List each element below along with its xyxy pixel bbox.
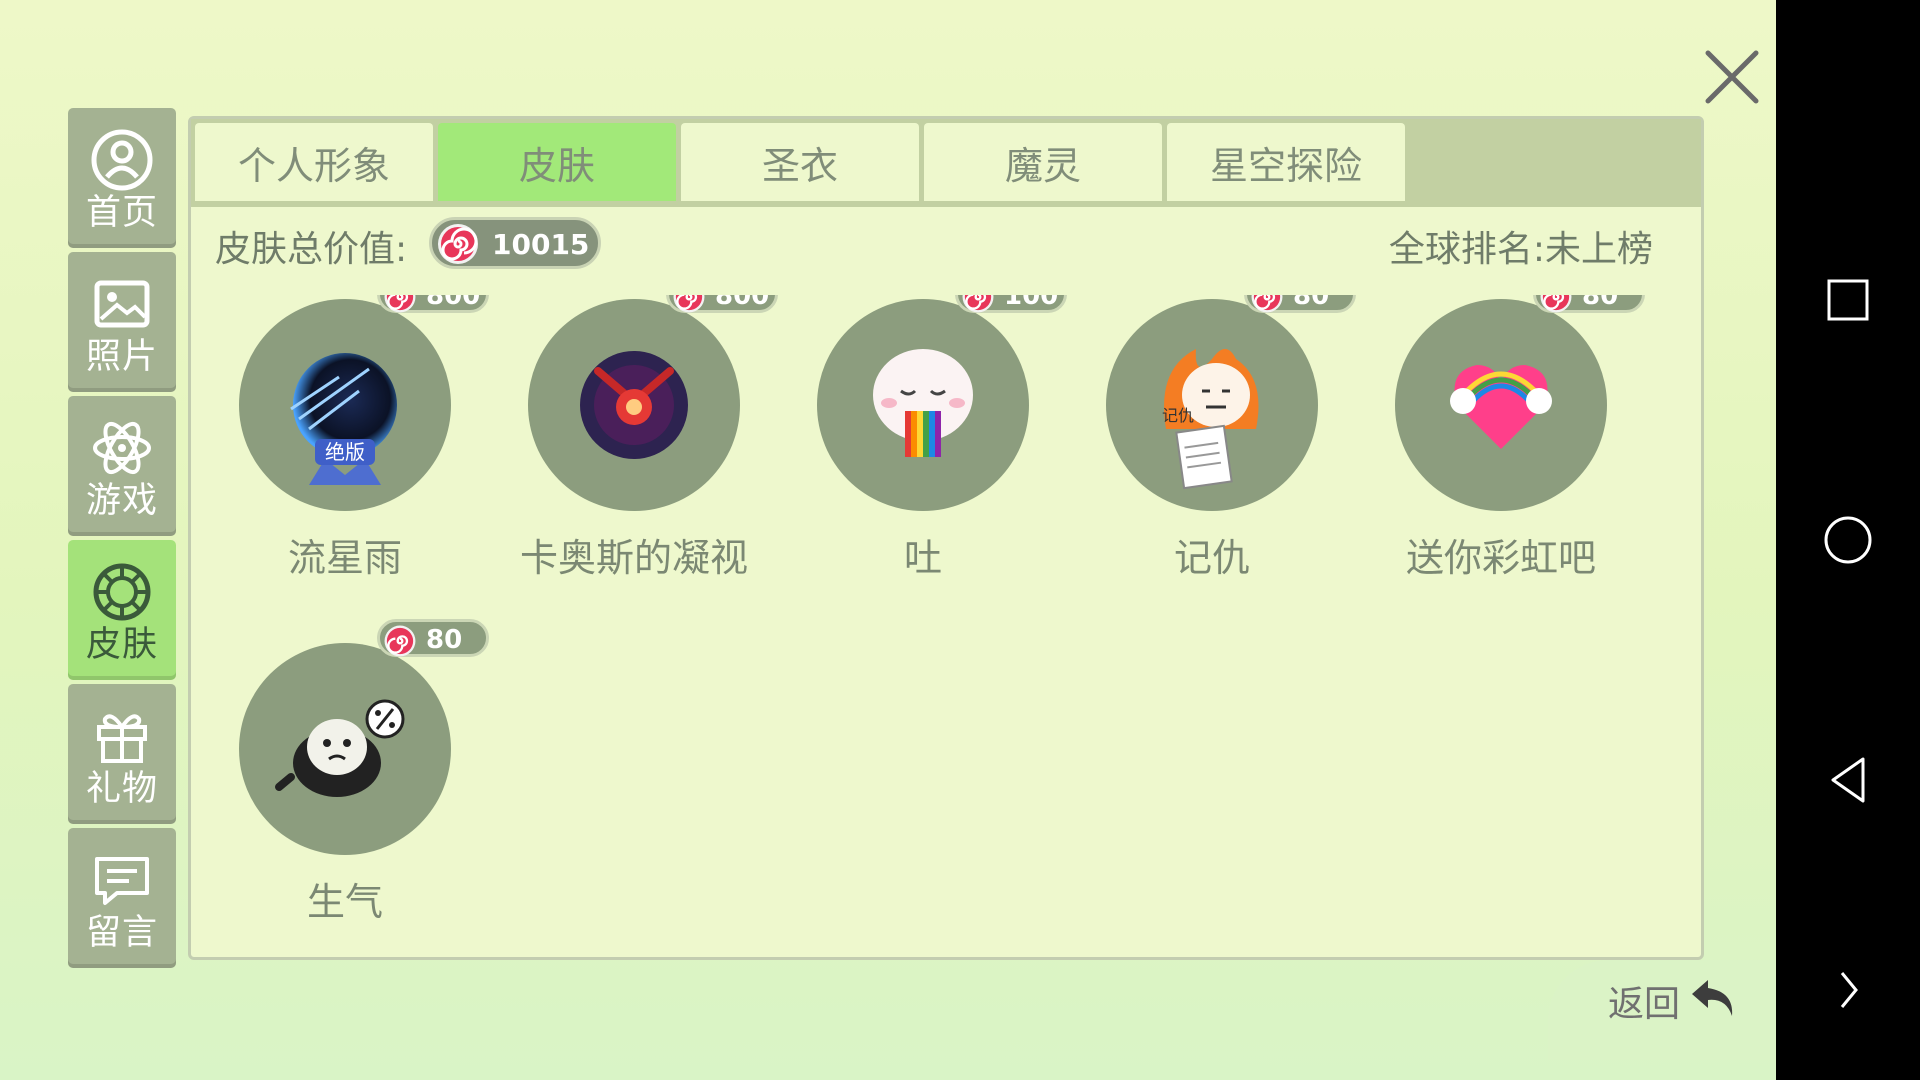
sidebar-item-label: 游戏	[85, 481, 158, 521]
price-value: 80	[1293, 295, 1330, 311]
sidebar-item-messages[interactable]: 留言	[68, 828, 176, 968]
price-value: 80	[426, 625, 463, 655]
sidebar-item-label: 皮肤	[85, 625, 158, 665]
price-value: 100	[1004, 295, 1059, 311]
skin-name: 流星雨	[287, 536, 402, 580]
back-label: 返回	[1608, 984, 1681, 1025]
circle-icon	[1824, 516, 1872, 564]
sidebar-item-label: 礼物	[85, 769, 158, 809]
skin-grid: 绝版 800 流星雨 800 卡奥斯的凝视 100 吐 记仇 80 记仇 80 …	[191, 295, 1701, 955]
sidebar-item-label: 留言	[85, 913, 158, 953]
chaos-eye-icon	[580, 351, 688, 459]
global-rank-value: 未上榜	[1544, 229, 1653, 270]
skin-ring-icon	[93, 563, 151, 621]
grudge-icon: 记仇	[1162, 349, 1259, 490]
lollipop-coin-icon	[384, 625, 416, 657]
close-button[interactable]	[1700, 45, 1764, 109]
triangle-back-icon	[1831, 757, 1865, 803]
sidebar-item-skin[interactable]: 皮肤	[68, 540, 176, 680]
tab-avatar[interactable]: 个人形象	[195, 123, 433, 201]
price-value: 800	[426, 295, 481, 311]
skin-item-grudge[interactable]: 记仇 80 记仇	[1062, 295, 1356, 595]
sidebar-item-home[interactable]: 首页	[68, 108, 176, 248]
lollipop-coin-icon	[384, 295, 416, 313]
rainbow-vomit-icon	[873, 349, 973, 457]
close-icon	[1705, 50, 1759, 104]
recent-apps-button[interactable]	[1776, 240, 1920, 360]
tab-skin[interactable]: 皮肤	[438, 123, 676, 201]
skin-name: 吐	[903, 536, 942, 580]
skin-panel: 个人形象 皮肤 圣衣 魔灵 星空探险 皮肤总价值: 10015 全球排名:未上榜	[188, 116, 1704, 960]
price-tag: 80	[1533, 295, 1645, 313]
lollipop-coin-icon	[1540, 295, 1572, 313]
chevron-right-icon	[1840, 972, 1858, 1008]
lollipop-coin-icon	[962, 295, 994, 313]
total-value-badge: 10015	[429, 217, 601, 269]
skin-item-chaos-gaze[interactable]: 800 卡奥斯的凝视	[484, 295, 778, 595]
skin-name: 送你彩虹吧	[1405, 536, 1596, 580]
message-icon	[95, 857, 149, 905]
skin-name: 生气	[306, 880, 383, 924]
sidebar-item-label: 首页	[85, 193, 158, 233]
global-rank: 全球排名:未上榜	[1389, 220, 1653, 272]
sidebar-item-games[interactable]: 游戏	[68, 396, 176, 536]
system-nav-bar	[1776, 0, 1920, 1080]
home-button[interactable]	[1776, 480, 1920, 600]
home-user-icon	[91, 129, 153, 191]
sidebar-item-gifts[interactable]: 礼物	[68, 684, 176, 824]
skin-name: 记仇	[1173, 536, 1250, 580]
angry-panda-icon	[275, 699, 405, 797]
total-value: 10015	[492, 228, 590, 261]
lollipop-coin-icon	[1251, 295, 1283, 313]
photo-icon	[94, 280, 150, 328]
grudge-art-text: 记仇	[1162, 406, 1194, 425]
price-tag: 800	[377, 295, 489, 313]
price-tag: 800	[666, 295, 778, 313]
rainbow-heart-icon	[1450, 365, 1552, 449]
skin-name: 卡奥斯的凝视	[519, 536, 748, 580]
global-rank-label: 全球排名:	[1388, 229, 1545, 270]
skin-item-rainbow-gift[interactable]: 80 送你彩虹吧	[1351, 295, 1645, 595]
sidebar-item-photos[interactable]: 照片	[68, 252, 176, 392]
back-arrow-icon	[1692, 980, 1733, 1016]
sidebar-item-label: 照片	[85, 337, 158, 377]
tab-bar: 个人形象 皮肤 圣衣 魔灵 星空探险	[191, 119, 1701, 207]
square-icon	[1827, 279, 1869, 321]
meteor-icon: 绝版	[290, 353, 397, 485]
price-tag: 80	[1244, 295, 1356, 313]
back-nav-button[interactable]	[1776, 720, 1920, 840]
tab-star-adventure[interactable]: 星空探险	[1167, 123, 1405, 201]
skin-item-angry[interactable]: 80 生气	[195, 619, 489, 939]
back-button[interactable]: 返回	[1548, 960, 1776, 1060]
tab-spirit[interactable]: 魔灵	[924, 123, 1162, 201]
gift-icon	[97, 714, 147, 763]
app-screen: 首页 照片 游戏 皮肤 礼物 留言 个人形象 皮肤 圣衣 魔灵 星空探险 皮肤总…	[0, 0, 1776, 1080]
price-value: 800	[715, 295, 770, 311]
atom-icon	[93, 421, 151, 475]
summary-row: 皮肤总价值: 10015 全球排名:未上榜	[191, 207, 1701, 277]
skin-item-vomit[interactable]: 100 吐	[773, 295, 1067, 595]
lollipop-coin-icon	[438, 224, 478, 264]
total-value-label: 皮肤总价值:	[215, 229, 408, 270]
lollipop-coin-icon	[673, 295, 705, 313]
price-tag: 80	[377, 619, 489, 657]
skin-item-meteor[interactable]: 绝版 800 流星雨	[195, 295, 489, 595]
exclusive-badge-text: 绝版	[325, 440, 365, 464]
price-tag: 100	[955, 295, 1067, 313]
price-value: 80	[1582, 295, 1619, 311]
tab-holy-cloth[interactable]: 圣衣	[681, 123, 919, 201]
nav-expand-button[interactable]	[1776, 930, 1920, 1050]
